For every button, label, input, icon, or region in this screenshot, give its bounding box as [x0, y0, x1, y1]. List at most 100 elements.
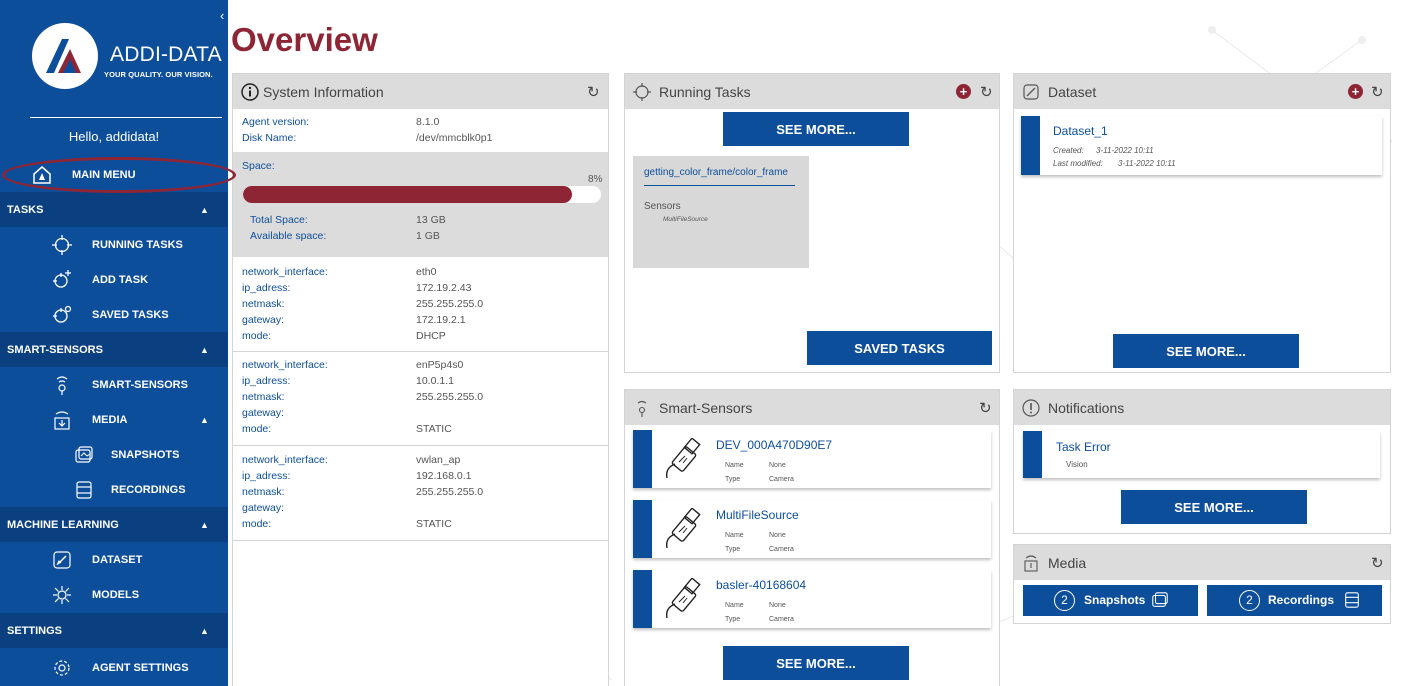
- sensor-name-value: None: [769, 602, 786, 609]
- sidebar-item-running-tasks[interactable]: RUNNING TASKS: [0, 227, 228, 262]
- brand-name: ADDI-DATA: [110, 43, 222, 66]
- gateway-label: gateway:: [242, 502, 285, 514]
- task-divider: [644, 185, 795, 186]
- mode-value: STATIC: [416, 423, 452, 435]
- iface-value: vwlan_ap: [416, 454, 461, 466]
- refresh-icon[interactable]: ↻: [980, 83, 993, 101]
- smart-sensors-panel: Smart-Sensors ↻ DEV_000A470D90E7 Name No…: [624, 389, 1000, 686]
- mode-label: mode:: [242, 518, 272, 530]
- section-machine-learning[interactable]: MACHINE LEARNING ▲: [0, 507, 228, 542]
- panel-header: System Information ↻: [233, 74, 608, 109]
- dataset-card[interactable]: Dataset_1 Created: 3-11-2022 10:11 Last …: [1021, 116, 1382, 175]
- sidebar-item-agent-settings[interactable]: AGENT SETTINGS: [0, 650, 228, 685]
- card-accent-bar: [633, 500, 652, 558]
- ip-value: 10.0.1.1: [416, 375, 454, 387]
- recordings-icon: [1345, 592, 1359, 608]
- space-label: Space:: [242, 160, 275, 172]
- panel-title: Smart-Sensors: [659, 399, 753, 416]
- sidebar-item-main-menu[interactable]: MAIN MENU: [0, 157, 228, 192]
- available-space-value: 1 GB: [416, 230, 440, 242]
- sensor-id: basler-40168604: [716, 578, 807, 592]
- dataset-icon: [53, 550, 71, 569]
- ip-label: ip_adress:: [242, 282, 291, 294]
- sidebar-item-media[interactable]: MEDIA ▲: [0, 402, 228, 437]
- sensor-card[interactable]: basler-40168604 Name None Type Camera: [633, 570, 991, 628]
- sensor-icon: [637, 400, 647, 417]
- sensor-id: MultiFileSource: [716, 508, 799, 522]
- system-information-panel: System Information ↻ Agent version: 8.1.…: [232, 73, 609, 686]
- notification-source: Vision: [1066, 460, 1088, 469]
- usb-plug-icon: [665, 508, 701, 549]
- recordings-button[interactable]: 2 Recordings: [1207, 585, 1382, 616]
- gateway-value: 172.19.2.1: [416, 314, 466, 326]
- space-progress-fill: [243, 186, 573, 203]
- see-more-notifications-button[interactable]: SEE MORE...: [1121, 490, 1307, 524]
- brand-logo-area: ADDI-DATA YOUR QUALITY. OUR VISION.: [0, 0, 228, 118]
- network-interface-block: network_interface: enP5p4s0 ip_adress: 1…: [233, 353, 608, 446]
- see-more-running-tasks-button[interactable]: SEE MORE...: [723, 112, 909, 146]
- usb-plug-icon: [665, 438, 701, 479]
- refresh-icon[interactable]: ↻: [1371, 83, 1384, 101]
- dataset-name: Dataset_1: [1053, 124, 1108, 138]
- sidebar-item-label: RECORDINGS: [111, 483, 186, 496]
- iface-label: network_interface:: [242, 359, 328, 371]
- section-settings[interactable]: SETTINGS ▲: [0, 613, 228, 648]
- sensor-type-label: Type: [725, 546, 741, 553]
- sidebar-item-label: SMART-SENSORS: [92, 378, 188, 391]
- space-percent: 8%: [588, 174, 603, 185]
- refresh-icon[interactable]: ↻: [587, 83, 600, 101]
- sensor-name-value: None: [769, 532, 786, 539]
- sidebar-item-label: SAVED TASKS: [92, 308, 169, 321]
- refresh-icon[interactable]: ↻: [1371, 554, 1384, 572]
- space-section: Space: 8% Total Space: 13 GB Available s…: [233, 152, 608, 257]
- caret-up-icon: ▲: [200, 625, 209, 636]
- sidebar-item-saved-tasks[interactable]: SAVED TASKS: [0, 297, 228, 332]
- netmask-label: netmask:: [242, 391, 285, 403]
- total-space-value: 13 GB: [416, 214, 446, 226]
- sidebar-item-label: MAIN MENU: [72, 168, 136, 181]
- sensor-type-label: Type: [725, 476, 741, 483]
- iface-value: eth0: [416, 266, 437, 278]
- see-more-sensors-button[interactable]: SEE MORE...: [723, 646, 909, 680]
- dataset-panel: Dataset + ↻ Dataset_1 Created: 3-11-2022…: [1013, 73, 1391, 373]
- snapshots-button[interactable]: 2 Snapshots: [1023, 585, 1198, 616]
- mode-label: mode:: [242, 423, 272, 435]
- netmask-label: netmask:: [242, 486, 285, 498]
- logo-divider: [30, 117, 222, 118]
- sensor-source: MultiFileSource: [663, 216, 708, 223]
- snapshot-icon: [1152, 592, 1168, 607]
- section-label: MACHINE LEARNING: [7, 518, 119, 531]
- crosshair-saved-icon: [53, 305, 72, 323]
- saved-tasks-button[interactable]: SAVED TASKS: [807, 331, 992, 365]
- sensor-name-value: None: [769, 462, 786, 469]
- sidebar-item-dataset[interactable]: DATASET: [0, 542, 228, 577]
- sidebar-item-add-task[interactable]: ADD TASK: [0, 262, 228, 297]
- add-dataset-icon[interactable]: +: [1348, 84, 1363, 99]
- see-more-dataset-button[interactable]: SEE MORE...: [1113, 334, 1299, 368]
- section-tasks[interactable]: TASKS ▲: [0, 192, 228, 227]
- card-accent-bar: [633, 570, 652, 628]
- sensor-card[interactable]: DEV_000A470D90E7 Name None Type Camera: [633, 430, 991, 488]
- add-task-icon[interactable]: +: [956, 84, 971, 99]
- section-label: SETTINGS: [7, 624, 63, 637]
- running-task-card[interactable]: getting_color_frame/color_frame Sensors …: [633, 156, 809, 268]
- collapse-sidebar-icon[interactable]: ‹: [220, 8, 224, 23]
- notification-card[interactable]: Task Error Vision: [1023, 431, 1380, 478]
- sensor-name-label: Name: [725, 532, 744, 539]
- crosshair-icon: [52, 234, 72, 255]
- network-interface-block: network_interface: vwlan_ap ip_adress: 1…: [233, 447, 608, 541]
- sidebar-item-smart-sensors[interactable]: SMART-SENSORS: [0, 367, 228, 402]
- brand-tagline: YOUR QUALITY. OUR VISION.: [104, 70, 213, 79]
- refresh-icon[interactable]: ↻: [979, 399, 992, 417]
- sensor-card[interactable]: MultiFileSource Name None Type Camera: [633, 500, 991, 558]
- sidebar-item-label: DATASET: [92, 553, 143, 566]
- greeting-text: Hello, addidata!: [68, 129, 160, 144]
- sidebar-item-snapshots[interactable]: SNAPSHOTS: [0, 437, 228, 472]
- total-space-label: Total Space:: [250, 214, 308, 226]
- sidebar-item-models[interactable]: MODELS: [0, 577, 228, 612]
- caret-up-icon: ▲: [200, 519, 209, 530]
- card-accent-bar: [1021, 116, 1040, 175]
- section-smart-sensors[interactable]: SMART-SENSORS ▲: [0, 332, 228, 367]
- sidebar-item-label: MODELS: [92, 588, 140, 601]
- sidebar-item-recordings[interactable]: RECORDINGS: [0, 472, 228, 507]
